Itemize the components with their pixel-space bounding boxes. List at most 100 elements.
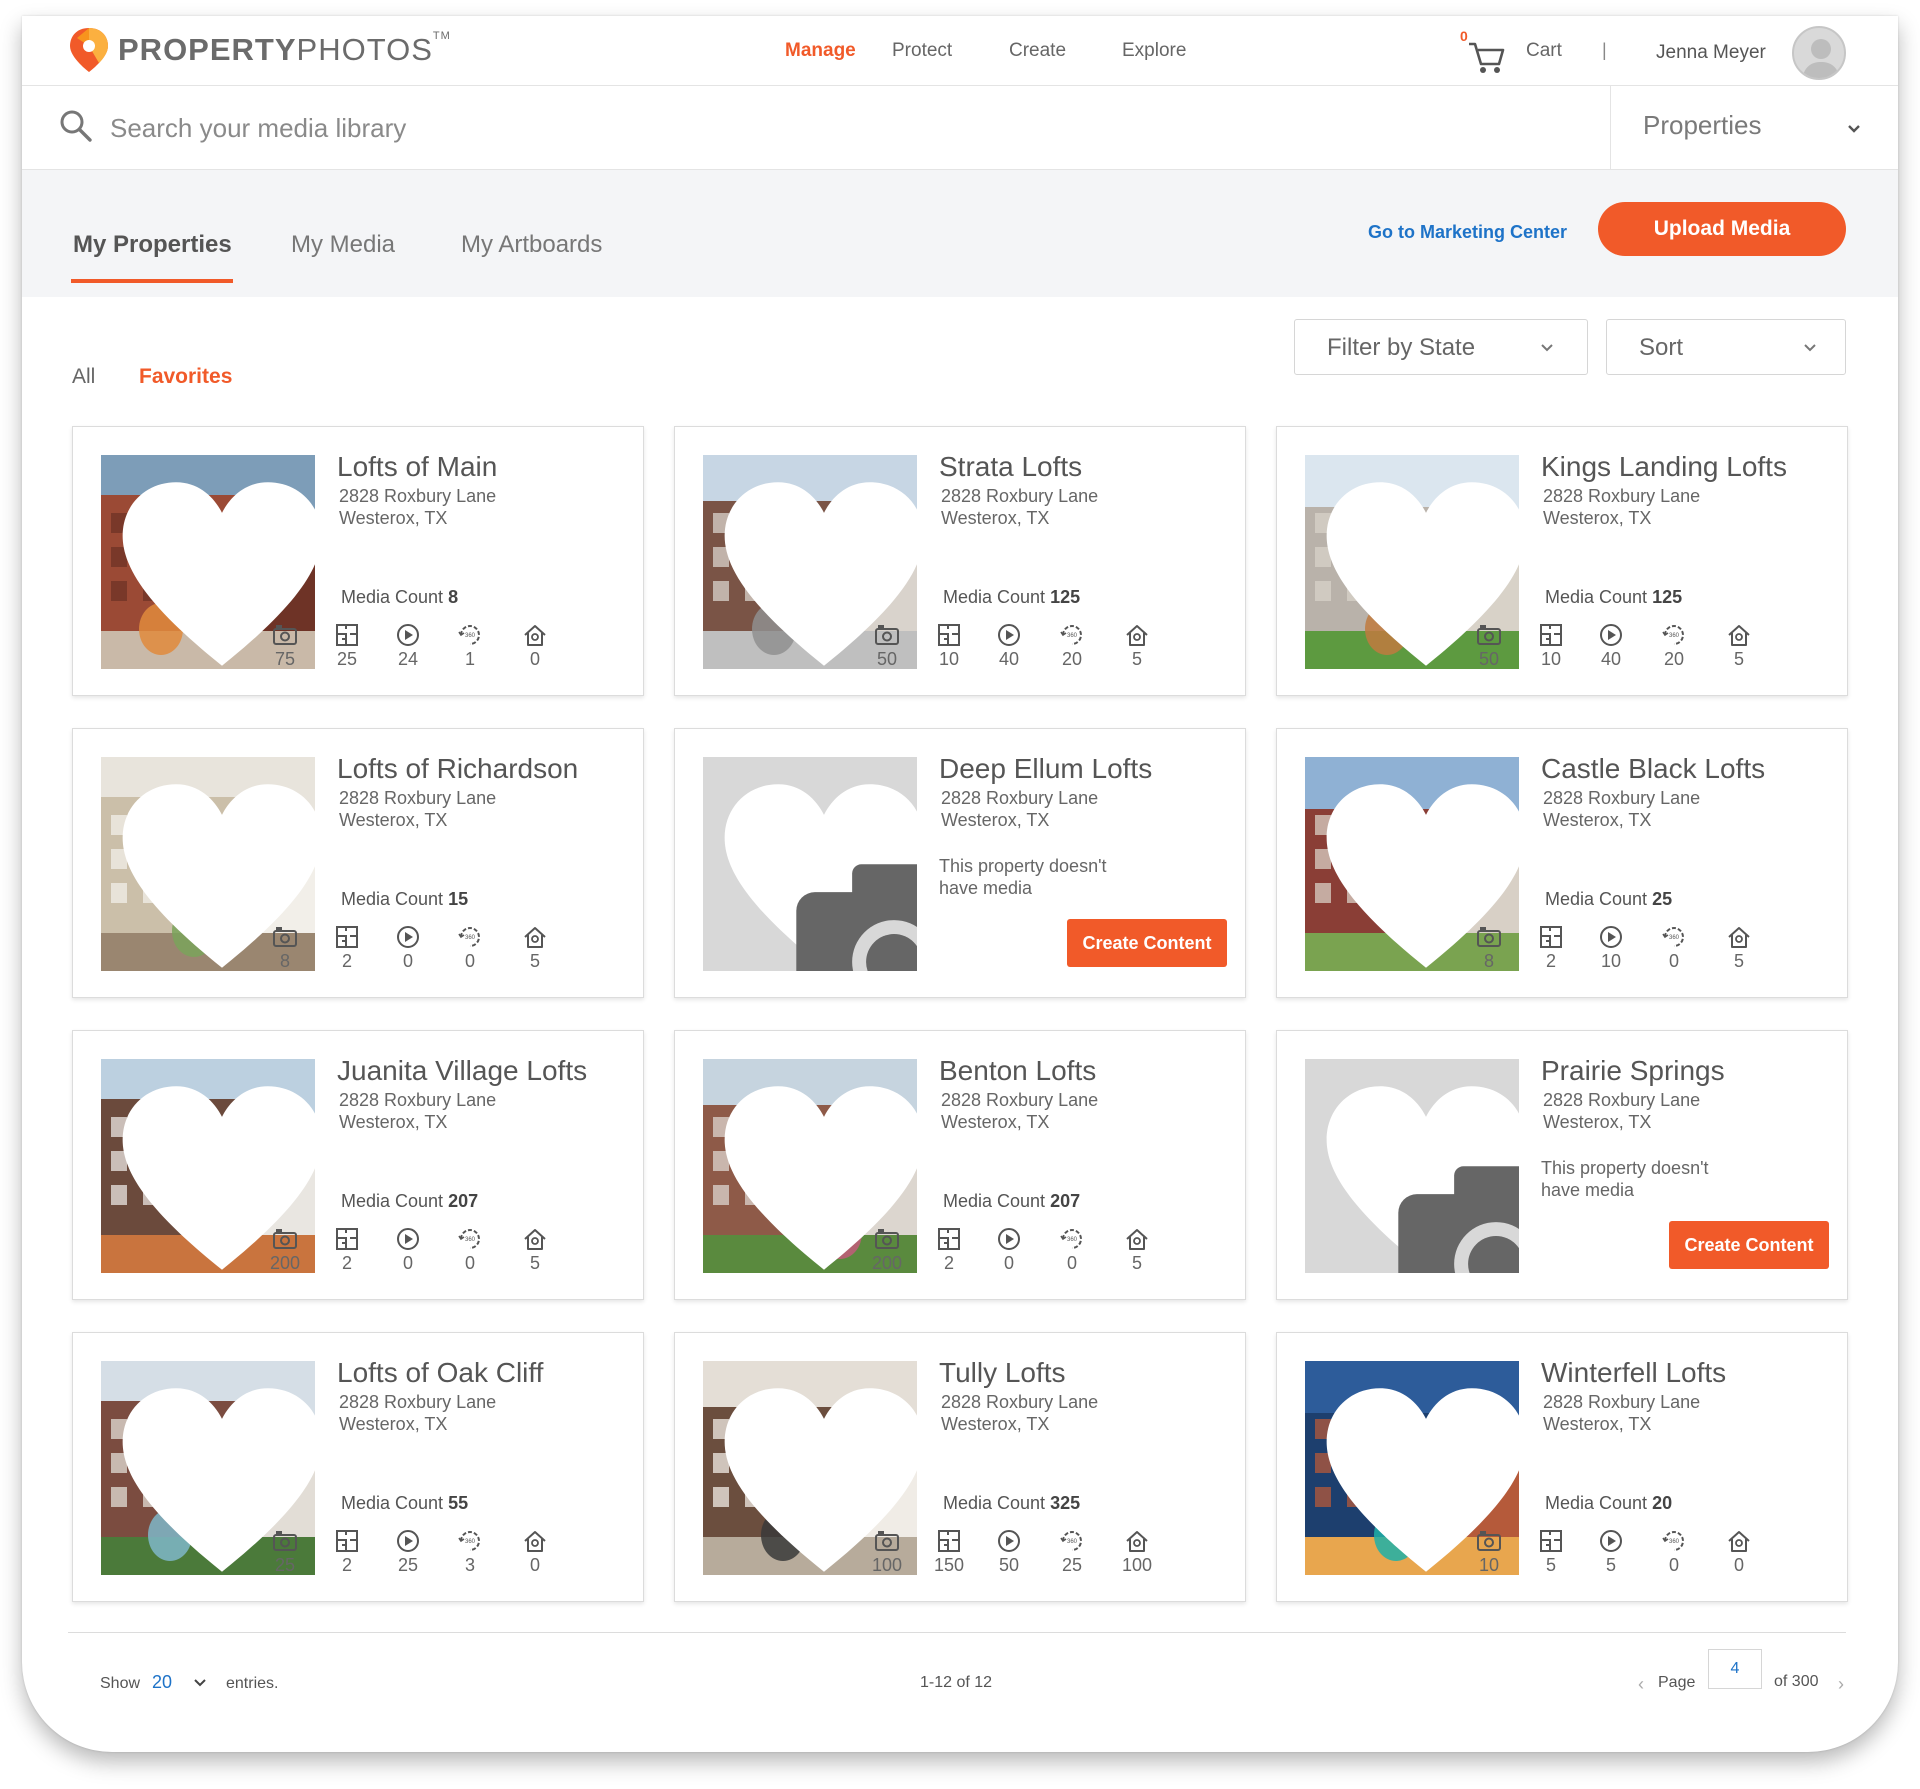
stat-floorplans[interactable]: 10 — [929, 623, 969, 670]
previous-page-icon[interactable]: ‹ — [1638, 1674, 1644, 1695]
stat-virtual[interactable]: 100 — [1117, 1529, 1157, 1576]
stat-photos[interactable]: 50 — [1469, 623, 1509, 670]
property-name[interactable]: Kings Landing Lofts — [1541, 451, 1787, 483]
next-page-icon[interactable]: › — [1838, 1674, 1844, 1695]
search-input[interactable] — [110, 104, 1210, 152]
property-name[interactable]: Prairie Springs — [1541, 1055, 1725, 1087]
stat-videos[interactable]: 40 — [989, 623, 1029, 670]
stat-virtual[interactable]: 0 — [515, 1529, 555, 1576]
stat-videos[interactable]: 24 — [388, 623, 428, 670]
tab-my-artboards[interactable]: My Artboards — [461, 231, 602, 259]
entries-per-page-select[interactable]: 20 — [152, 1672, 172, 1693]
property-name[interactable]: Juanita Village Lofts — [337, 1055, 587, 1087]
property-name[interactable]: Deep Ellum Lofts — [939, 753, 1152, 785]
stat-tours[interactable]: 0 — [450, 1227, 490, 1274]
nav-manage[interactable]: Manage — [785, 40, 856, 62]
stat-virtual[interactable]: 5 — [1719, 925, 1759, 972]
stat-floorplans[interactable]: 5 — [1531, 1529, 1571, 1576]
property-card[interactable]: Tully Lofts 2828 Roxbury Lane Westerox, TX… — [674, 1332, 1246, 1602]
marketing-center-link[interactable]: Go to Marketing Center — [1368, 222, 1567, 243]
property-card[interactable]: Kings Landing Lofts 2828 Roxbury Lane West… — [1276, 426, 1848, 696]
property-card[interactable]: Lofts of Richardson 2828 Roxbury Lane West… — [72, 728, 644, 998]
stat-photos[interactable]: 200 — [265, 1227, 305, 1274]
property-name[interactable]: Winterfell Lofts — [1541, 1357, 1726, 1389]
property-name[interactable]: Lofts of Oak Cliff — [337, 1357, 543, 1389]
upload-media-button[interactable]: Upload Media — [1598, 202, 1846, 256]
logo[interactable]: PROPERTYPHOTOSTM — [68, 26, 451, 74]
nav-create[interactable]: Create — [1009, 40, 1066, 62]
stat-videos[interactable]: 0 — [388, 1227, 428, 1274]
stat-virtual[interactable]: 5 — [1117, 1227, 1157, 1274]
property-card[interactable]: Lofts of Oak Cliff 2828 Roxbury Lane Weste… — [72, 1332, 644, 1602]
property-name[interactable]: Castle Black Lofts — [1541, 753, 1765, 785]
stat-tours[interactable]: 3 — [450, 1529, 490, 1576]
stat-virtual[interactable]: 5 — [515, 1227, 555, 1274]
stat-videos[interactable]: 50 — [989, 1529, 1029, 1576]
stat-virtual[interactable]: 5 — [515, 925, 555, 972]
stat-floorplans[interactable]: 2 — [929, 1227, 969, 1274]
stat-photos[interactable]: 8 — [265, 925, 305, 972]
stat-videos[interactable]: 10 — [1591, 925, 1631, 972]
cart-icon[interactable] — [1463, 30, 1507, 76]
stat-videos[interactable]: 5 — [1591, 1529, 1631, 1576]
filter-all[interactable]: All — [72, 365, 95, 389]
stat-videos[interactable]: 0 — [388, 925, 428, 972]
tab-my-media[interactable]: My Media — [291, 231, 395, 259]
stat-tours[interactable]: 0 — [450, 925, 490, 972]
property-card[interactable]: Deep Ellum Lofts 2828 Roxbury Lane Westero… — [674, 728, 1246, 998]
stat-photos[interactable]: 10 — [1469, 1529, 1509, 1576]
property-name[interactable]: Lofts of Richardson — [337, 753, 578, 785]
filter-favorites[interactable]: Favorites — [139, 365, 232, 389]
stat-tours[interactable]: 1 — [450, 623, 490, 670]
stat-floorplans[interactable]: 2 — [1531, 925, 1571, 972]
stat-tours[interactable]: 25 — [1052, 1529, 1092, 1576]
property-card[interactable]: Prairie Springs 2828 Roxbury Lane Westerox… — [1276, 1030, 1848, 1300]
stat-floorplans[interactable]: 10 — [1531, 623, 1571, 670]
stat-floorplans[interactable]: 2 — [327, 1227, 367, 1274]
stat-tours[interactable]: 20 — [1654, 623, 1694, 670]
property-card[interactable]: Winterfell Lofts 2828 Roxbury Lane Westero… — [1276, 1332, 1848, 1602]
stat-videos[interactable]: 0 — [989, 1227, 1029, 1274]
stat-tours[interactable]: 0 — [1052, 1227, 1092, 1274]
stat-floorplans[interactable]: 2 — [327, 925, 367, 972]
filter-by-state-dropdown[interactable]: Filter by State — [1294, 319, 1588, 375]
stat-tours[interactable]: 0 — [1654, 925, 1694, 972]
property-card[interactable]: Strata Lofts 2828 Roxbury Lane Westerox, T… — [674, 426, 1246, 696]
stat-virtual[interactable]: 0 — [1719, 1529, 1759, 1576]
property-name[interactable]: Strata Lofts — [939, 451, 1082, 483]
stat-virtual[interactable]: 5 — [1117, 623, 1157, 670]
nav-explore[interactable]: Explore — [1122, 40, 1186, 62]
stat-tours[interactable]: 20 — [1052, 623, 1092, 670]
stat-tours[interactable]: 0 — [1654, 1529, 1694, 1576]
nav-cart[interactable]: Cart — [1526, 40, 1562, 62]
stat-photos[interactable]: 200 — [867, 1227, 907, 1274]
property-card[interactable]: Benton Lofts 2828 Roxbury Lane Westerox, T… — [674, 1030, 1246, 1300]
stat-virtual[interactable]: 0 — [515, 623, 555, 670]
page-number-input[interactable] — [1708, 1649, 1762, 1689]
stat-floorplans[interactable]: 25 — [327, 623, 367, 670]
stat-videos[interactable]: 25 — [388, 1529, 428, 1576]
create-content-button[interactable]: Create Content — [1669, 1221, 1829, 1269]
property-card[interactable]: Castle Black Lofts 2828 Roxbury Lane Weste… — [1276, 728, 1848, 998]
chevron-down-icon[interactable] — [194, 1679, 206, 1687]
stat-virtual[interactable]: 5 — [1719, 623, 1759, 670]
avatar[interactable] — [1792, 26, 1846, 80]
stat-photos[interactable]: 100 — [867, 1529, 907, 1576]
search-scope-select[interactable]: Properties — [1610, 86, 1898, 170]
property-name[interactable]: Lofts of Main — [337, 451, 497, 483]
property-name[interactable]: Benton Lofts — [939, 1055, 1096, 1087]
property-card[interactable]: Juanita Village Lofts 2828 Roxbury Lane We… — [72, 1030, 644, 1300]
stat-videos[interactable]: 40 — [1591, 623, 1631, 670]
stat-floorplans[interactable]: 150 — [929, 1529, 969, 1576]
create-content-button[interactable]: Create Content — [1067, 919, 1227, 967]
nav-protect[interactable]: Protect — [892, 40, 952, 62]
stat-photos[interactable]: 25 — [265, 1529, 305, 1576]
property-card[interactable]: Lofts of Main 2828 Roxbury Lane Westerox, … — [72, 426, 644, 696]
tab-my-properties[interactable]: My Properties — [73, 231, 232, 259]
property-name[interactable]: Tully Lofts — [939, 1357, 1066, 1389]
stat-photos[interactable]: 8 — [1469, 925, 1509, 972]
stat-floorplans[interactable]: 2 — [327, 1529, 367, 1576]
stat-photos[interactable]: 75 — [265, 623, 305, 670]
stat-photos[interactable]: 50 — [867, 623, 907, 670]
sort-dropdown[interactable]: Sort — [1606, 319, 1846, 375]
